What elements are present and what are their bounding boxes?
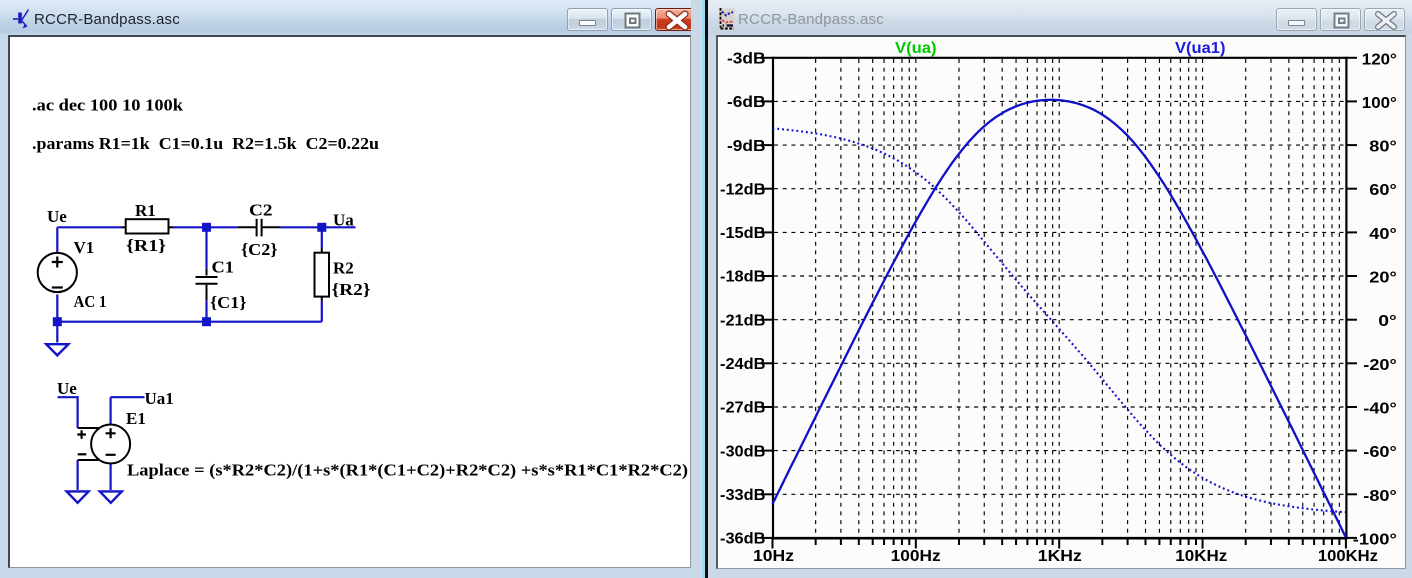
svg-text:-15dB: -15dB	[720, 225, 766, 242]
svg-text:100KHz: 100KHz	[1318, 548, 1378, 565]
svg-text:E1: E1	[126, 409, 146, 428]
svg-text:-36dB: -36dB	[720, 531, 766, 548]
svg-text:-21dB: -21dB	[720, 312, 766, 329]
svg-text:-60°: -60°	[1363, 444, 1397, 461]
svg-text:Ue: Ue	[47, 207, 67, 226]
svg-text:20°: 20°	[1369, 270, 1397, 287]
svg-text:Ua1: Ua1	[145, 389, 174, 408]
svg-text:-6dB: -6dB	[727, 94, 766, 111]
svg-text:10KHz: 10KHz	[1175, 548, 1227, 565]
svg-text:60°: 60°	[1369, 182, 1397, 199]
svg-text:C1: C1	[212, 258, 235, 277]
svg-text:R1: R1	[135, 201, 156, 220]
svg-text:-100°: -100°	[1353, 531, 1397, 548]
svg-text:R2: R2	[333, 259, 354, 278]
svg-text:{C2}: {C2}	[241, 240, 278, 259]
svg-text:-20°: -20°	[1363, 357, 1397, 374]
svg-text:{C1}: {C1}	[210, 293, 247, 312]
svg-text:-30dB: -30dB	[720, 443, 766, 460]
svg-text:-12dB: -12dB	[720, 181, 766, 198]
svg-text:120°: 120°	[1362, 51, 1397, 68]
svg-text:1KHz: 1KHz	[1038, 548, 1082, 565]
svg-text:Laplace = (s*R2*C2)/(1+s*(R1*(: Laplace = (s*R2*C2)/(1+s*(R1*(C1+C2)+R2*…	[127, 461, 688, 480]
svg-text:0°: 0°	[1378, 313, 1397, 330]
svg-text:-80°: -80°	[1363, 488, 1397, 505]
svg-text:-40°: -40°	[1363, 401, 1397, 418]
svg-text:-27dB: -27dB	[720, 400, 766, 417]
svg-text:.ac dec 100 10 100k: .ac dec 100 10 100k	[32, 96, 184, 115]
svg-text:.params R1=1k C1=0.1u R2=1.5: .params R1=1k C1=0.1u R2=1.5k C2=0.22u	[32, 134, 379, 153]
svg-text:Ue: Ue	[57, 379, 77, 398]
svg-text:-33dB: -33dB	[720, 487, 766, 504]
svg-text:100Hz: 100Hz	[891, 548, 941, 565]
svg-text:V(ua1): V(ua1)	[1175, 40, 1226, 57]
svg-text:-24dB: -24dB	[720, 356, 766, 373]
svg-text:80°: 80°	[1369, 139, 1397, 156]
svg-text:C2: C2	[249, 201, 273, 220]
svg-text:40°: 40°	[1369, 226, 1397, 243]
svg-text:AC 1: AC 1	[74, 292, 107, 311]
svg-text:100°: 100°	[1362, 95, 1397, 112]
svg-text:{R1}: {R1}	[126, 236, 166, 255]
svg-text:10Hz: 10Hz	[753, 548, 794, 565]
svg-text:{R2}: {R2}	[332, 280, 371, 299]
svg-text:V(ua): V(ua)	[895, 40, 937, 57]
svg-text:-9dB: -9dB	[727, 138, 766, 155]
svg-text:-3dB: -3dB	[727, 51, 766, 68]
svg-text:-18dB: -18dB	[720, 269, 766, 286]
svg-text:V1: V1	[74, 238, 95, 257]
